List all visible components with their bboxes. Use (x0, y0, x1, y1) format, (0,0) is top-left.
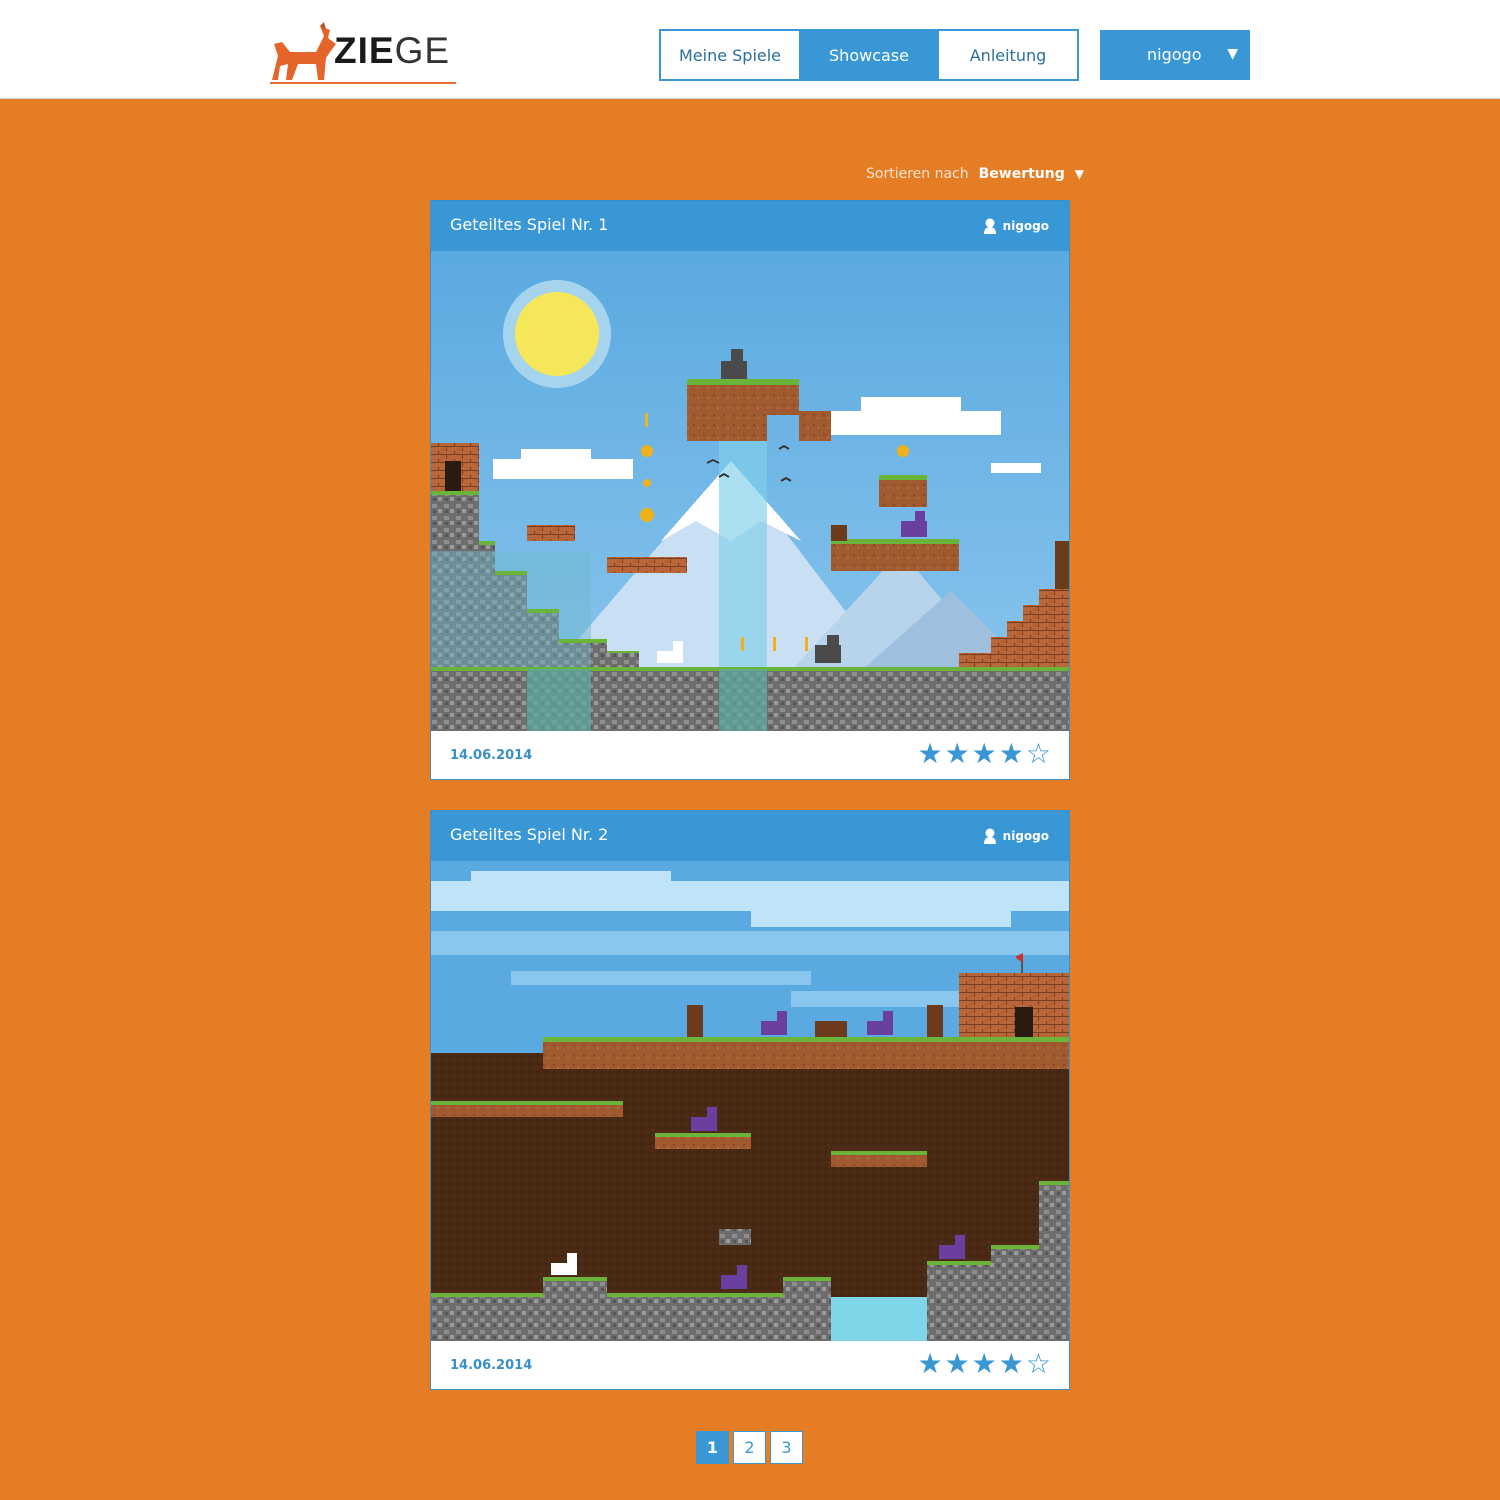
logo-wordmark: ZIEGE (334, 30, 451, 71)
card-title[interactable]: Geteiltes Spiel Nr. 1 (450, 215, 608, 234)
star-empty-icon[interactable]: ☆ (1026, 1347, 1051, 1381)
game-level-preview (431, 861, 1069, 1341)
user-name: nigogo (1147, 45, 1202, 64)
star-filled-icon[interactable]: ★ (917, 1347, 942, 1381)
ziege-logo[interactable]: ZIEGE (268, 22, 458, 86)
game-screenshot[interactable] (431, 861, 1069, 1341)
caret-down-icon: ▼ (1074, 167, 1084, 181)
card-date: 14.06.2014 (450, 1358, 533, 1373)
game-card[interactable]: Geteiltes Spiel Nr. 2 nigogo 14.06.2014 … (430, 810, 1070, 1390)
rating-stars[interactable]: ★ ★ ★ ★ ☆ (917, 737, 1051, 771)
author-name: nigogo (1002, 829, 1049, 843)
game-card[interactable]: Geteiltes Spiel Nr. 1 nigogo 14.06.2014 … (430, 200, 1070, 780)
caret-down-icon: ▼ (1227, 46, 1238, 62)
star-filled-icon[interactable]: ★ (945, 737, 970, 771)
top-bar: ZIEGE Meine Spiele Showcase Anleitung ni… (0, 0, 1500, 99)
page-button-2[interactable]: 2 (733, 1431, 766, 1464)
game-level-preview (431, 251, 1069, 731)
star-filled-icon[interactable]: ★ (999, 1347, 1024, 1381)
sort-value: Bewertung (978, 166, 1065, 182)
card-date: 14.06.2014 (450, 748, 533, 763)
card-footer: 14.06.2014 ★ ★ ★ ★ ☆ (431, 1341, 1069, 1389)
sort-control[interactable]: Sortieren nach Bewertung ▼ (866, 166, 1084, 182)
card-header: Geteiltes Spiel Nr. 1 nigogo (431, 201, 1069, 251)
pagination: 1 2 3 (696, 1431, 803, 1464)
page-button-1[interactable]: 1 (696, 1431, 729, 1464)
star-filled-icon[interactable]: ★ (972, 1347, 997, 1381)
user-icon (983, 828, 996, 844)
star-empty-icon[interactable]: ☆ (1026, 737, 1051, 771)
tab-meine-spiele[interactable]: Meine Spiele (661, 31, 799, 79)
sort-label: Sortieren nach (866, 166, 969, 182)
page-button-3[interactable]: 3 (770, 1431, 803, 1464)
star-filled-icon[interactable]: ★ (917, 737, 942, 771)
logo-underline (270, 82, 456, 84)
card-title[interactable]: Geteiltes Spiel Nr. 2 (450, 825, 608, 844)
main-nav: Meine Spiele Showcase Anleitung (659, 29, 1079, 81)
rating-stars[interactable]: ★ ★ ★ ★ ☆ (917, 1347, 1051, 1381)
star-filled-icon[interactable]: ★ (999, 737, 1024, 771)
card-header: Geteiltes Spiel Nr. 2 nigogo (431, 811, 1069, 861)
user-menu-button[interactable]: nigogo ▼ (1100, 30, 1250, 80)
card-footer: 14.06.2014 ★ ★ ★ ★ ☆ (431, 731, 1069, 779)
card-author[interactable]: nigogo (983, 218, 1049, 234)
goat-logo-icon (272, 22, 336, 80)
author-name: nigogo (1002, 219, 1049, 233)
star-filled-icon[interactable]: ★ (972, 737, 997, 771)
tab-anleitung[interactable]: Anleitung (938, 31, 1077, 79)
tab-showcase[interactable]: Showcase (799, 31, 938, 79)
game-screenshot[interactable] (431, 251, 1069, 731)
user-icon (983, 218, 996, 234)
card-author[interactable]: nigogo (983, 828, 1049, 844)
star-filled-icon[interactable]: ★ (945, 1347, 970, 1381)
